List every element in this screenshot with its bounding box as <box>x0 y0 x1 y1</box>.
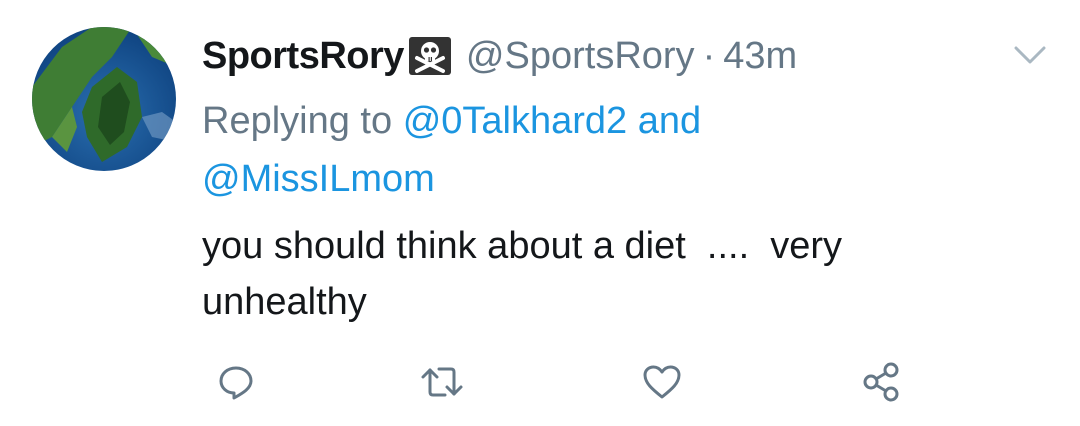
tweet-header: SportsRory @SportsRory · 43m <box>202 30 797 82</box>
share-icon <box>863 362 899 402</box>
retweet-icon <box>421 367 463 397</box>
replying-to: Replying to @0Talkhard2 and @MissILmom <box>202 92 1022 208</box>
share-button[interactable] <box>858 360 906 404</box>
reply-button[interactable] <box>212 360 260 404</box>
like-button[interactable] <box>638 360 686 404</box>
tweet-text: you should think about a diet .... very … <box>202 225 843 323</box>
replying-prefix: Replying to <box>202 100 393 142</box>
separator-dot: · <box>702 34 716 77</box>
comment-icon <box>219 366 253 400</box>
display-name[interactable]: SportsRory <box>202 35 404 78</box>
retweet-button[interactable] <box>418 360 466 404</box>
avatar[interactable] <box>32 27 176 171</box>
chevron-down-icon[interactable] <box>1008 40 1052 70</box>
replying-and[interactable]: and <box>638 100 701 142</box>
user-handle[interactable]: @SportsRory <box>466 35 695 78</box>
skull-crossbones-icon <box>408 36 452 76</box>
avatar-image <box>32 27 176 171</box>
timestamp[interactable]: 43m <box>723 35 797 78</box>
mention-link-2[interactable]: @MissILmom <box>202 158 435 200</box>
heart-icon <box>643 365 681 399</box>
mention-link-1[interactable]: @0Talkhard2 <box>403 100 627 142</box>
